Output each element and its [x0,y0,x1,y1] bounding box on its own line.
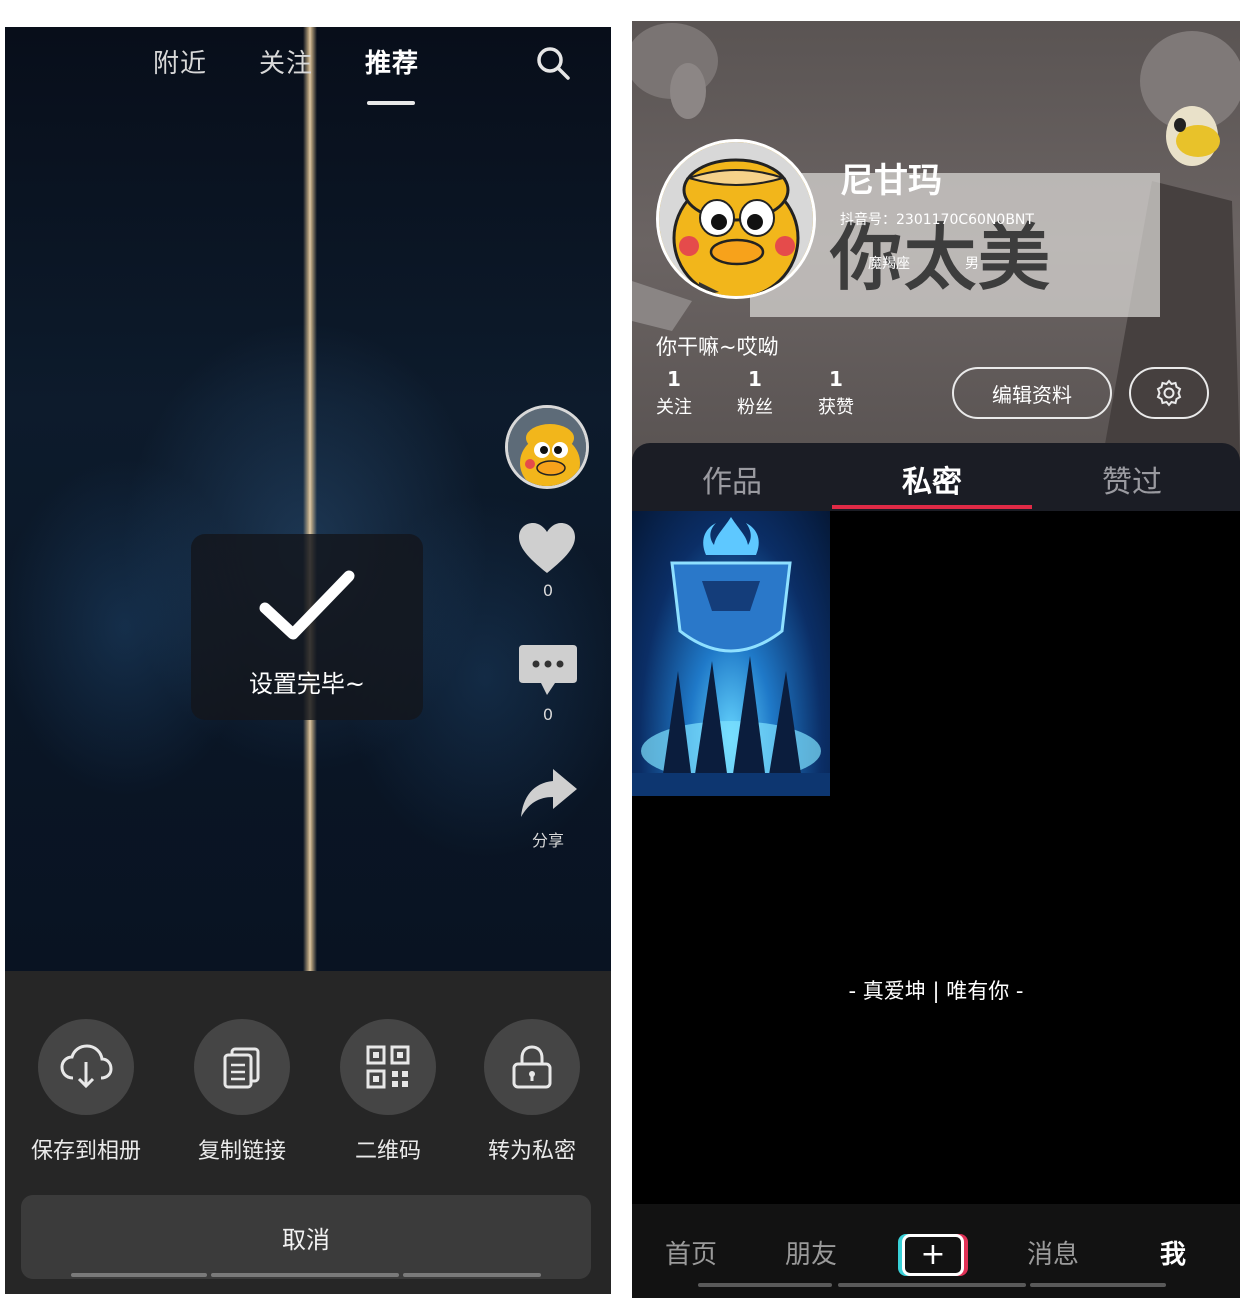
tab-liked[interactable]: 赞过 [1032,457,1232,501]
profile-bio: 你干嘛~哎呦 [656,335,779,359]
comment-icon[interactable] [517,641,579,699]
profile-screen: 你太美 尼甘玛 抖音号：2301170C60N0BNT 魔羯座 男 你干嘛~哎呦 [632,21,1240,1298]
profile-avatar[interactable] [656,139,816,299]
private-video-thumbnail[interactable] [632,511,830,796]
profile-nickname: 尼甘玛 [840,161,942,201]
tab-following[interactable]: 关注 [259,43,313,80]
tab-private[interactable]: 私密 [832,457,1032,501]
home-indicator-segment [1030,1283,1166,1287]
stat-likes-label: 获赞 [818,397,854,418]
qrcode-button[interactable]: 二维码 [323,1019,453,1165]
make-private-label: 转为私密 [487,1139,576,1164]
profile-slogan: - 真爱坤 | 唯有你 - [848,979,1024,1003]
game-artwork-image [632,517,830,796]
tab-works[interactable]: 作品 [632,457,832,501]
nav-friends[interactable]: 朋友 [756,1234,866,1271]
tab-recommend[interactable]: 推荐 [365,43,419,80]
like-count: 0 [542,581,554,600]
settings-button[interactable] [1129,367,1209,419]
copy-link-label: 复制链接 [197,1139,286,1164]
comment-count: 0 [542,705,554,724]
cloud-download-icon [60,1044,113,1089]
profile-tabs: 作品 私密 赞过 [632,443,1240,511]
stat-likes-value: 1 [829,367,843,391]
share-arrow-icon[interactable] [519,767,579,819]
copy-link-button[interactable]: 复制链接 [177,1019,307,1165]
duck-avatar-image [659,142,813,296]
gear-icon [1156,379,1182,407]
stat-following-label: 关注 [656,397,692,418]
qrcode-icon [366,1045,410,1089]
stat-followers[interactable]: 1 粉丝 [725,367,785,419]
zodiac-tag: 魔羯座 [868,256,910,272]
stat-followers-label: 粉丝 [737,397,773,418]
search-button[interactable] [535,45,571,81]
nav-me[interactable]: 我 [1118,1234,1228,1271]
home-indicator-segment [838,1283,1026,1287]
save-to-album-button[interactable]: 保存到相册 [21,1019,151,1165]
stat-followers-value: 1 [748,367,762,391]
tab-nearby[interactable]: 附近 [153,43,207,80]
create-post-button[interactable]: + [902,1234,964,1276]
make-private-button[interactable]: 转为私密 [467,1019,597,1165]
stat-following[interactable]: 1 关注 [644,367,704,419]
home-indicator-segment [698,1283,832,1287]
heart-icon[interactable] [517,521,577,575]
home-indicator-segment [211,1273,399,1277]
toast-message: 设置完毕~ [248,670,366,698]
success-toast: 设置完毕~ [191,534,423,720]
gender-tag: 男 [965,256,979,272]
share-sheet: 保存到相册 复制链接 二维码 转为私密 取消 [5,971,611,1294]
stat-likes[interactable]: 1 获赞 [806,367,866,419]
active-tab-indicator [367,101,415,105]
share-label: 分享 [531,831,564,850]
video-light-beam [303,27,317,971]
lock-icon [512,1045,552,1089]
video-player-screen: 附近 关注 推荐 0 0 分享 设置完毕~ 保存到相册 复制链接 二维码 转为私… [5,27,611,1294]
cancel-button[interactable]: 取消 [21,1195,591,1279]
home-indicator-segment [403,1273,541,1277]
active-tab-indicator [832,505,1032,509]
qrcode-label: 二维码 [354,1139,421,1164]
nav-home[interactable]: 首页 [636,1234,746,1271]
search-icon [537,47,570,80]
save-to-album-label: 保存到相册 [30,1139,141,1164]
creator-avatar[interactable] [505,405,589,489]
feed-tabs: 附近 关注 推荐 [5,43,611,105]
checkmark-icon [259,570,355,640]
edit-profile-button[interactable]: 编辑资料 [952,367,1112,419]
copy-link-icon [223,1047,260,1089]
screenshot-root: 附近 关注 推荐 0 0 分享 设置完毕~ 保存到相册 复制链接 二维码 转为私… [0,0,1251,1308]
home-indicator-segment [71,1273,207,1277]
nav-messages[interactable]: 消息 [998,1234,1108,1271]
stat-following-value: 1 [667,367,681,391]
account-id: 抖音号：2301170C60N0BNT [840,212,1034,228]
